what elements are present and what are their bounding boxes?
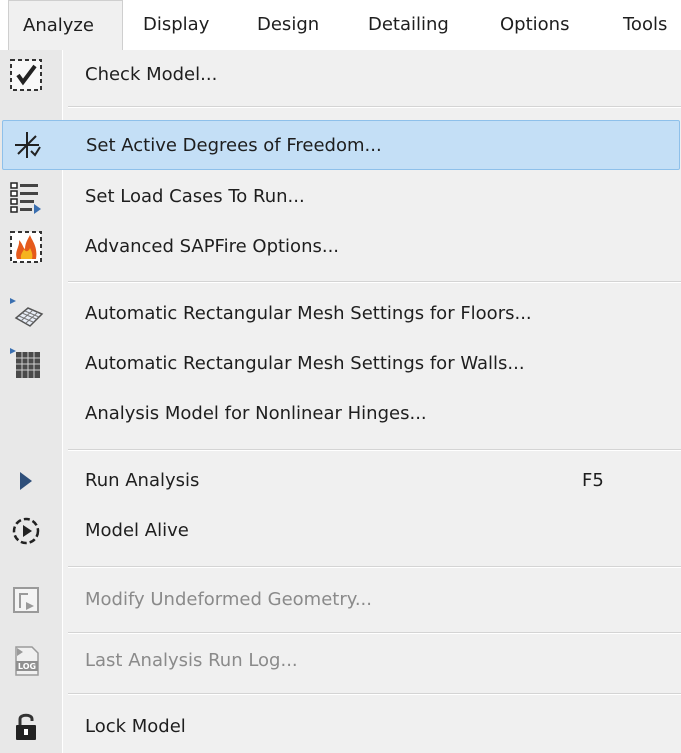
wall-mesh-icon (8, 346, 44, 382)
menu-item-label: Set Active Degrees of Freedom... (86, 135, 382, 156)
menu-item-advanced-sapfire-options[interactable]: Advanced SAPFire Options... (0, 222, 681, 272)
menu-item-model-alive[interactable]: Model Alive (0, 506, 681, 556)
separator-highlight (68, 450, 681, 451)
menu-item-label: Automatic Rectangular Mesh Settings for … (85, 353, 525, 374)
menu-item-check-model[interactable]: Check Model... (0, 50, 681, 100)
floor-mesh-icon (8, 296, 44, 332)
menu-item-label: Set Load Cases To Run... (85, 186, 305, 207)
menu-item-label: Modify Undeformed Geometry... (85, 589, 372, 610)
separator-highlight (68, 282, 681, 283)
analyze-dropdown-menu: Check Model... Set Active Degrees of Fre… (0, 50, 681, 753)
menu-tools[interactable]: Tools (623, 0, 667, 50)
separator-highlight (68, 694, 681, 695)
menu-item-analysis-model-nonlinear-hinges[interactable]: Analysis Model for Nonlinear Hinges... (0, 389, 681, 439)
menu-item-set-load-cases-to-run[interactable]: Set Load Cases To Run... (0, 172, 681, 222)
load-cases-list-icon (8, 179, 44, 215)
menu-item-run-analysis[interactable]: Run Analysis F5 (0, 456, 681, 506)
model-alive-icon (8, 513, 44, 549)
separator-highlight (68, 567, 681, 568)
menu-item-label: Run Analysis (85, 470, 200, 491)
run-play-icon (8, 463, 44, 499)
check-model-icon (8, 57, 44, 93)
menu-item-label: Automatic Rectangular Mesh Settings for … (85, 303, 532, 324)
menu-item-last-analysis-run-log[interactable]: LOG Last Analysis Run Log... (0, 636, 681, 686)
menu-item-mesh-settings-walls[interactable]: Automatic Rectangular Mesh Settings for … (0, 339, 681, 389)
menu-item-label: Check Model... (85, 64, 218, 85)
menu-item-label: Last Analysis Run Log... (85, 650, 298, 671)
menu-item-label: Lock Model (85, 716, 186, 737)
modify-geometry-icon (8, 582, 44, 618)
log-file-icon: LOG (8, 643, 44, 679)
menu-design[interactable]: Design (257, 0, 319, 50)
menu-item-label: Advanced SAPFire Options... (85, 236, 340, 257)
menu-item-label: Analysis Model for Nonlinear Hinges... (85, 403, 427, 424)
svg-text:LOG: LOG (18, 662, 36, 671)
sapfire-flame-icon (8, 229, 44, 265)
shortcut-f5: F5 (582, 470, 604, 491)
menu-item-mesh-settings-floors[interactable]: Automatic Rectangular Mesh Settings for … (0, 289, 681, 339)
separator-highlight (68, 107, 681, 108)
menu-options[interactable]: Options (500, 0, 569, 50)
separator-highlight (68, 633, 681, 634)
lock-icon (8, 709, 44, 745)
menu-display[interactable]: Display (143, 0, 209, 50)
menu-item-set-active-degrees-of-freedom[interactable]: Set Active Degrees of Freedom... (2, 120, 680, 170)
degrees-of-freedom-icon (9, 127, 45, 163)
menu-detailing[interactable]: Detailing (368, 0, 449, 50)
menu-bar: Analyze Display Design Detailing Options… (0, 0, 681, 51)
menu-item-label: Model Alive (85, 520, 189, 541)
menu-item-modify-undeformed-geometry[interactable]: Modify Undeformed Geometry... (0, 575, 681, 625)
menu-item-lock-model[interactable]: Lock Model (0, 702, 681, 752)
menu-analyze[interactable]: Analyze (8, 0, 123, 51)
